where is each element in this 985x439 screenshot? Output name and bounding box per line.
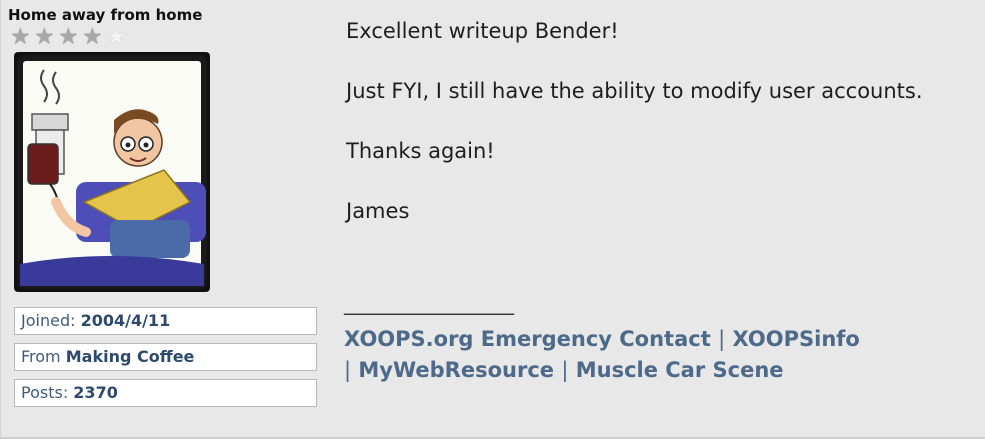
- signature-link-muscle-car-scene[interactable]: Muscle Car Scene: [576, 358, 784, 382]
- from-label: From: [21, 347, 61, 366]
- signature-separator: _________________: [344, 291, 514, 315]
- coffee-machine-drip-avatar-icon: [17, 55, 207, 289]
- signature-link-xoops-emergency[interactable]: XOOPS.org Emergency Contact: [344, 327, 711, 351]
- user-rank-title: Home away from home: [8, 6, 203, 24]
- joined-info: Joined: 2004/4/11: [14, 307, 317, 335]
- joined-value: 2004/4/11: [80, 311, 171, 330]
- star-filled-icon: ★: [58, 24, 79, 50]
- joined-label: Joined:: [21, 311, 76, 330]
- star-empty-icon: ★: [106, 24, 127, 50]
- star-filled-icon: ★: [10, 24, 31, 50]
- signature: XOOPS.org Emergency Contact | XOOPSinfo …: [344, 324, 980, 386]
- posts-value: 2370: [73, 383, 118, 402]
- post-message-body: Excellent writeup Bender! Just FYI, I st…: [346, 16, 976, 226]
- message-line: James: [346, 199, 410, 223]
- posts-label: Posts:: [21, 383, 69, 402]
- posts-info: Posts: 2370: [14, 379, 317, 407]
- from-value: Making Coffee: [65, 347, 195, 366]
- location-info: From Making Coffee: [14, 343, 317, 371]
- signature-divider: |: [344, 358, 352, 382]
- signature-link-xoopsinfo[interactable]: XOOPSinfo: [732, 327, 859, 351]
- user-avatar: [14, 52, 210, 292]
- message-line: Excellent writeup Bender!: [346, 19, 619, 43]
- post-left-border: [0, 0, 1, 439]
- signature-divider: |: [561, 358, 569, 382]
- signature-link-mywebresource[interactable]: MyWebResource: [358, 358, 554, 382]
- star-filled-icon: ★: [82, 24, 103, 50]
- message-line: Thanks again!: [346, 139, 495, 163]
- message-line: Just FYI, I still have the ability to mo…: [346, 79, 923, 103]
- star-filled-icon: ★: [34, 24, 55, 50]
- user-info-column: Home away from home ★ ★ ★ ★ ★: [6, 6, 320, 50]
- user-rating-stars: ★ ★ ★ ★ ★: [6, 24, 320, 50]
- signature-divider: |: [718, 327, 726, 351]
- forum-post: Home away from home ★ ★ ★ ★ ★ Joined: 20…: [0, 0, 985, 439]
